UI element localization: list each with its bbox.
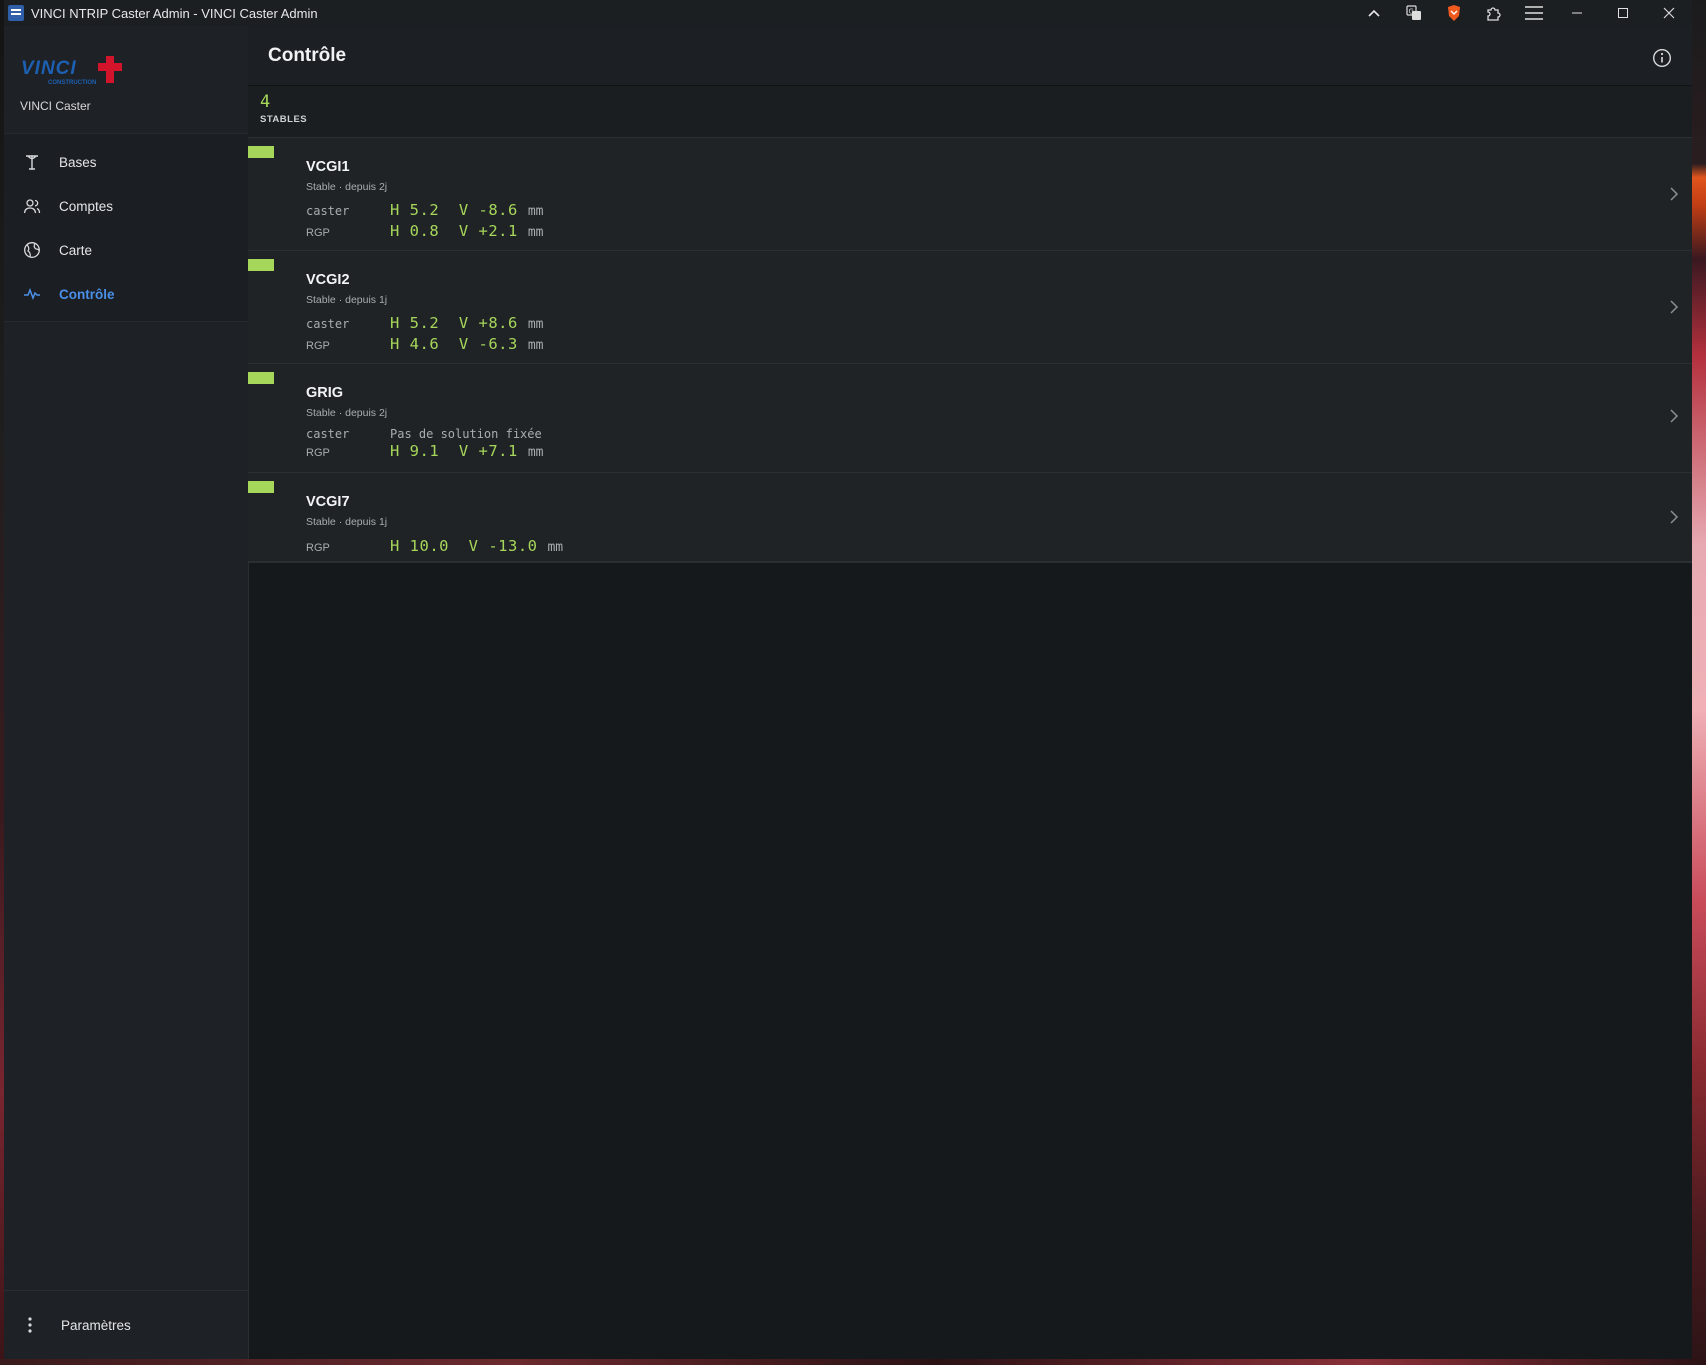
sidebar-item-comptes[interactable]: Comptes	[4, 184, 248, 228]
station-list: VCGI1 Stable · depuis 2j caster H 5.2 V …	[248, 138, 1692, 563]
measurement-label: RGP	[306, 542, 330, 554]
sidebar-item-label: Bases	[59, 154, 97, 170]
page-header: Contrôle	[248, 26, 1692, 86]
summary-bar: 4 STABLES	[248, 86, 1692, 138]
page-title: Contrôle	[268, 44, 347, 66]
status-marker	[248, 372, 274, 384]
stable-label: STABLES	[260, 114, 308, 125]
measurement-rgp: RGP H 10.0 V -13.0 mm	[306, 537, 1692, 555]
measurement-rgp: RGP H 0.8 V +2.1 mm	[306, 222, 1692, 240]
minimize-icon[interactable]	[1554, 0, 1600, 26]
window-title: VINCI NTRIP Caster Admin - VINCI Caster …	[31, 5, 318, 21]
station-row-vcgi1[interactable]: VCGI1 Stable · depuis 2j caster H 5.2 V …	[248, 138, 1692, 251]
sidebar-item-bases[interactable]: Bases	[4, 140, 248, 184]
app-icon	[8, 5, 24, 21]
title-bar: VINCI NTRIP Caster Admin - VINCI Caster …	[4, 0, 1692, 26]
maximize-icon[interactable]	[1600, 0, 1646, 26]
sidebar-item-label: Carte	[59, 242, 93, 258]
station-name: GRIG	[306, 385, 344, 401]
measurement-value: H 10.0 V -13.0	[390, 537, 538, 555]
measurement-value: H 4.6 V -6.3	[390, 335, 518, 353]
settings-label: Paramètres	[61, 1317, 131, 1333]
users-icon	[22, 196, 42, 216]
measurement-value: H 5.2 V -8.6	[390, 201, 518, 219]
measurement-label: RGP	[306, 447, 330, 459]
status-marker	[248, 146, 274, 158]
measurement-unit: mm	[527, 317, 544, 332]
measurement-label: caster	[306, 317, 350, 331]
chevron-right-icon	[1670, 510, 1679, 524]
station-row-vcgi2[interactable]: VCGI2 Stable · depuis 1j caster H 5.2 V …	[248, 251, 1692, 364]
sidebar-item-label: Comptes	[59, 198, 114, 214]
measurement-unit: mm	[527, 338, 544, 353]
station-row-vcgi7[interactable]: VCGI7 Stable · depuis 1j RGP H 10.0 V -1…	[248, 473, 1692, 562]
activity-icon	[22, 284, 42, 304]
station-status: Stable · depuis 1j	[306, 294, 388, 306]
svg-text:VINCI: VINCI	[21, 58, 77, 79]
measurement-value: H 5.2 V +8.6	[390, 314, 518, 332]
measurement-value: H 9.1 V +7.1	[390, 442, 518, 460]
measurement-unit: mm	[547, 540, 564, 555]
station-row-grig[interactable]: GRIG Stable · depuis 2j caster Pas de so…	[248, 364, 1692, 473]
svg-text:CONSTRUCTION: CONSTRUCTION	[48, 80, 96, 86]
status-marker	[248, 481, 274, 493]
menu-icon[interactable]	[1514, 0, 1554, 26]
measurement-label: caster	[306, 204, 350, 218]
sidebar: VINCI CONSTRUCTION VINCI Caster Bases Co…	[4, 26, 249, 1359]
stable-count: 4	[260, 92, 271, 112]
chevron-up-icon[interactable]	[1354, 0, 1394, 26]
translate-icon[interactable]: G	[1394, 0, 1434, 26]
measurement-label: RGP	[306, 340, 330, 352]
settings-button[interactable]: Paramètres	[4, 1303, 131, 1347]
antenna-icon	[22, 152, 42, 172]
chevron-right-icon	[1670, 300, 1679, 314]
globe-icon	[22, 240, 42, 260]
svg-text:G: G	[1409, 8, 1414, 16]
chevron-right-icon	[1670, 409, 1679, 423]
more-vertical-icon	[24, 1317, 36, 1333]
station-status: Stable · depuis 2j	[306, 407, 388, 419]
brand-name: VINCI Caster	[20, 99, 91, 113]
station-status: Stable · depuis 1j	[306, 516, 388, 528]
measurement-unit: mm	[527, 204, 544, 219]
sidebar-nav: Bases Comptes Carte Contrôle	[4, 134, 248, 322]
sidebar-item-label: Contrôle	[59, 286, 115, 302]
measurement-caster: caster Pas de solution fixée	[306, 427, 1692, 441]
measurement-note: Pas de solution fixée	[390, 427, 542, 441]
brand: VINCI CONSTRUCTION VINCI Caster	[4, 26, 248, 134]
extensions-icon[interactable]	[1474, 0, 1514, 26]
chevron-right-icon	[1670, 187, 1679, 201]
info-icon[interactable]	[1652, 48, 1672, 68]
station-status: Stable · depuis 2j	[306, 181, 388, 193]
measurement-value: H 0.8 V +2.1	[390, 222, 518, 240]
measurement-caster: caster H 5.2 V -8.6 mm	[306, 201, 1692, 219]
sidebar-footer: Paramètres	[4, 1290, 248, 1359]
measurement-unit: mm	[527, 445, 544, 460]
station-name: VCGI1	[306, 159, 350, 175]
brave-shield-icon[interactable]	[1434, 0, 1474, 26]
close-icon[interactable]	[1646, 0, 1692, 26]
vinci-logo: VINCI CONSTRUCTION	[21, 56, 122, 86]
app-window: VINCI NTRIP Caster Admin - VINCI Caster …	[4, 0, 1692, 1359]
measurement-caster: caster H 5.2 V +8.6 mm	[306, 314, 1692, 332]
sidebar-item-carte[interactable]: Carte	[4, 228, 248, 272]
station-name: VCGI7	[306, 494, 350, 510]
status-marker	[248, 259, 274, 271]
measurement-rgp: RGP H 9.1 V +7.1 mm	[306, 442, 1692, 460]
measurement-label: caster	[306, 427, 350, 441]
station-name: VCGI2	[306, 272, 350, 288]
sidebar-item-controle[interactable]: Contrôle	[4, 272, 248, 316]
main-content: Contrôle 4 STABLES VCGI1 Stable · depuis…	[248, 26, 1692, 1359]
measurement-unit: mm	[527, 225, 544, 240]
measurement-rgp: RGP H 4.6 V -6.3 mm	[306, 335, 1692, 353]
measurement-label: RGP	[306, 227, 330, 239]
